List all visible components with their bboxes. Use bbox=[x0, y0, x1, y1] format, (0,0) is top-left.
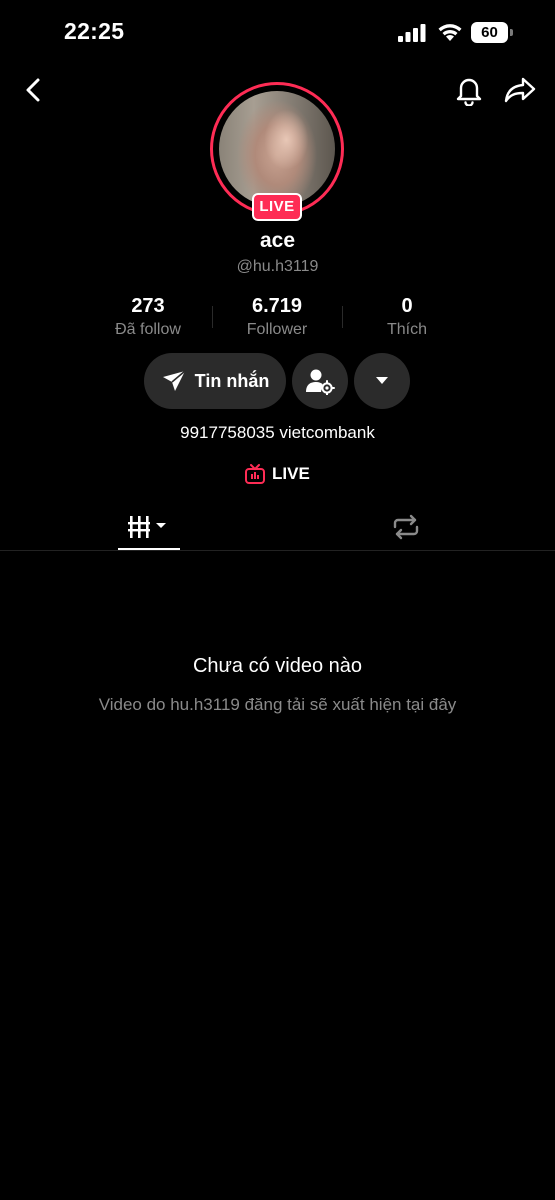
battery-level: 60 bbox=[471, 22, 508, 43]
message-button[interactable]: Tin nhắn bbox=[144, 353, 286, 409]
empty-state-title: Chưa có video nào bbox=[192, 655, 363, 677]
live-tv-icon bbox=[245, 464, 265, 484]
videos-grid-icon bbox=[128, 516, 166, 538]
friend-settings-button[interactable] bbox=[292, 353, 348, 409]
username: @hu.h3119 bbox=[236, 258, 319, 275]
share-button[interactable] bbox=[500, 70, 540, 110]
cellular-signal-icon bbox=[398, 24, 426, 42]
tab-reposts[interactable] bbox=[375, 504, 437, 550]
more-options-button[interactable] bbox=[354, 353, 410, 409]
notification-button[interactable] bbox=[449, 70, 489, 110]
display-name: ace bbox=[259, 229, 296, 252]
stat-following[interactable]: 273 Đã follow bbox=[83, 295, 213, 339]
live-link[interactable]: LIVE bbox=[245, 462, 310, 486]
battery-icon: 60 bbox=[471, 22, 515, 43]
caret-down-icon bbox=[376, 377, 388, 384]
followers-count: 6.719 bbox=[251, 295, 303, 317]
avatar[interactable] bbox=[219, 91, 335, 207]
live-link-label: LIVE bbox=[272, 464, 310, 483]
send-icon bbox=[162, 370, 186, 391]
wifi-icon bbox=[438, 24, 462, 41]
likes-count: 0 bbox=[401, 295, 413, 317]
repost-icon bbox=[393, 514, 419, 540]
bell-icon bbox=[456, 78, 482, 106]
status-time: 22:25 bbox=[64, 18, 125, 44]
tab-videos[interactable] bbox=[118, 504, 180, 550]
back-button[interactable] bbox=[14, 70, 54, 110]
following-label: Đã follow bbox=[115, 321, 181, 338]
bio-text: 9917758035 vietcombank bbox=[180, 423, 375, 442]
likes-label: Thích bbox=[386, 321, 427, 338]
tab-divider bbox=[0, 550, 555, 551]
user-settings-icon bbox=[306, 369, 335, 395]
message-label: Tin nhắn bbox=[194, 370, 270, 391]
stat-likes[interactable]: 0 Thích bbox=[342, 295, 472, 339]
following-count: 273 bbox=[131, 295, 165, 317]
chevron-left-icon bbox=[26, 78, 40, 102]
empty-state-subtitle: Video do hu.h3119 đăng tải sẽ xuất hiện … bbox=[98, 695, 457, 714]
stat-followers[interactable]: 6.719 Follower bbox=[212, 295, 342, 339]
share-arrow-icon bbox=[504, 77, 536, 103]
followers-label: Follower bbox=[246, 321, 308, 338]
live-badge[interactable]: LIVE bbox=[252, 193, 302, 221]
